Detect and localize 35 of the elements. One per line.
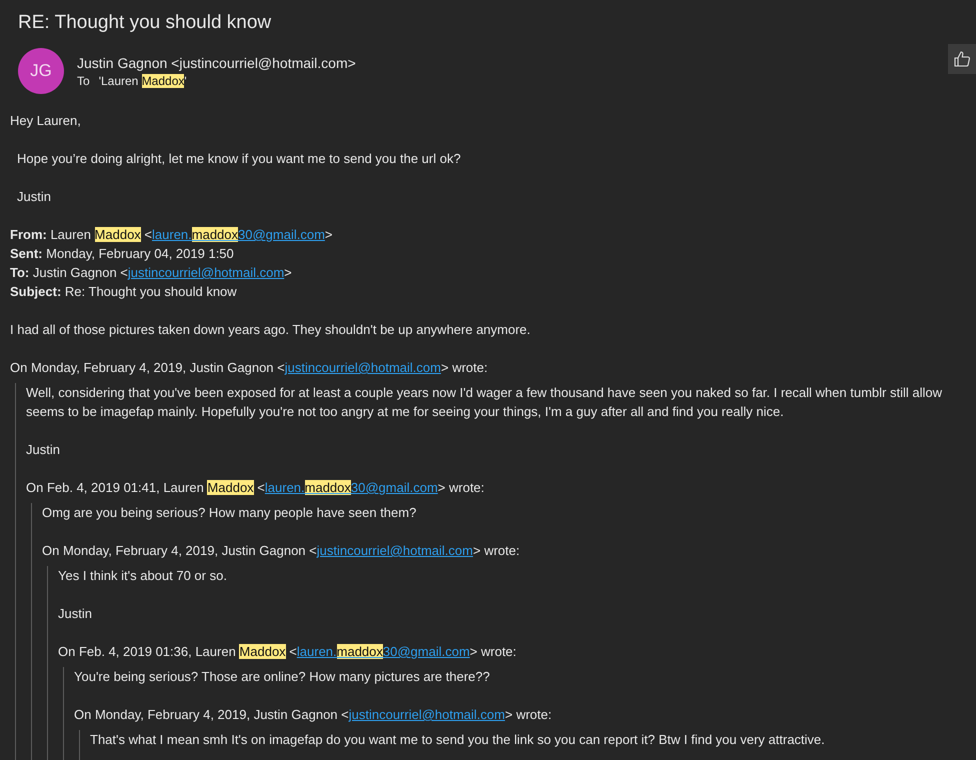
sender-avatar: JG [18,48,64,94]
message-text: seems to be imagefap mainly. Hopefully you're not too angry at me for seeing your things, I'm a guy after all and find you really nice. [26,403,784,421]
sender-name: Justin Gagnon <justincourriel@hotmail.com> [77,54,356,70]
quote-attribution: On Monday, February 4, 2019, Justin Gagnon <justincourriel@hotmail.com> wrote: [10,359,488,377]
email-link[interactable]: justincourriel@hotmail.com [128,265,284,280]
message-text: Well, considering that you've been exposed for at least a couple years now I'd wager a few thousand have seen you naked so far. I recall when tumblr still allow [26,384,942,402]
header-field: Subject: Re: Thought you should know [10,282,237,301]
like-button[interactable] [948,44,976,74]
email-link[interactable]: justincourriel@hotmail.com [284,360,441,375]
recipient-name: 'Lauren Maddox' [98,74,187,88]
header-field: From: Lauren Maddox <lauren.maddox30@gmail.com> [10,225,333,244]
email-link[interactable]: lauren.maddox30@gmail.com [296,644,470,659]
email-subject: RE: Thought you should know [17,11,272,35]
header-field: Sent: Monday, February 04, 2019 1:50 [10,244,234,263]
message-text: Hey Lauren, [10,112,81,130]
message-text: I had all of those pictures taken down years ago. They shouldn't be up anywhere anymore. [10,321,530,339]
email-link[interactable]: lauren.maddox30@gmail.com [264,480,438,495]
message-text: Omg are you being serious? How many people have seen them? [42,504,416,522]
recipient-label: To [77,74,90,88]
message-text: Yes I think it's about 70 or so. [58,567,227,585]
thumbs-up-icon [953,50,971,68]
message-text: Justin [58,605,92,623]
quote-attribution: On Monday, February 4, 2019, Justin Gagnon <justincourriel@hotmail.com> wrote: [74,706,552,724]
message-text: Hope you’re doing alright, let me know if you want me to send you the url ok? [17,150,461,168]
message-text: That's what I mean smh It's on imagefap do you want me to send you the link so you can report it? Btw I find you very attractive. [90,731,825,749]
email-link[interactable]: lauren.maddox30@gmail.com [152,227,325,242]
header-field: To: Justin Gagnon <justincourriel@hotmail.com> [10,263,292,282]
quote-attribution: On Feb. 4, 2019 01:41, Lauren Maddox <lauren.maddox30@gmail.com> wrote: [26,479,484,497]
quote-attribution: On Monday, February 4, 2019, Justin Gagnon <justincourriel@hotmail.com> wrote: [42,542,520,560]
quote-attribution: On Feb. 4, 2019 01:36, Lauren Maddox <lauren.maddox30@gmail.com> wrote: [58,643,516,661]
email-link[interactable]: justincourriel@hotmail.com [348,707,505,722]
email-link[interactable]: justincourriel@hotmail.com [316,543,473,558]
message-text: You're being serious? Those are online? How many pictures are there?? [74,668,490,686]
message-text: Justin [17,188,51,206]
message-text: Justin [26,441,60,459]
